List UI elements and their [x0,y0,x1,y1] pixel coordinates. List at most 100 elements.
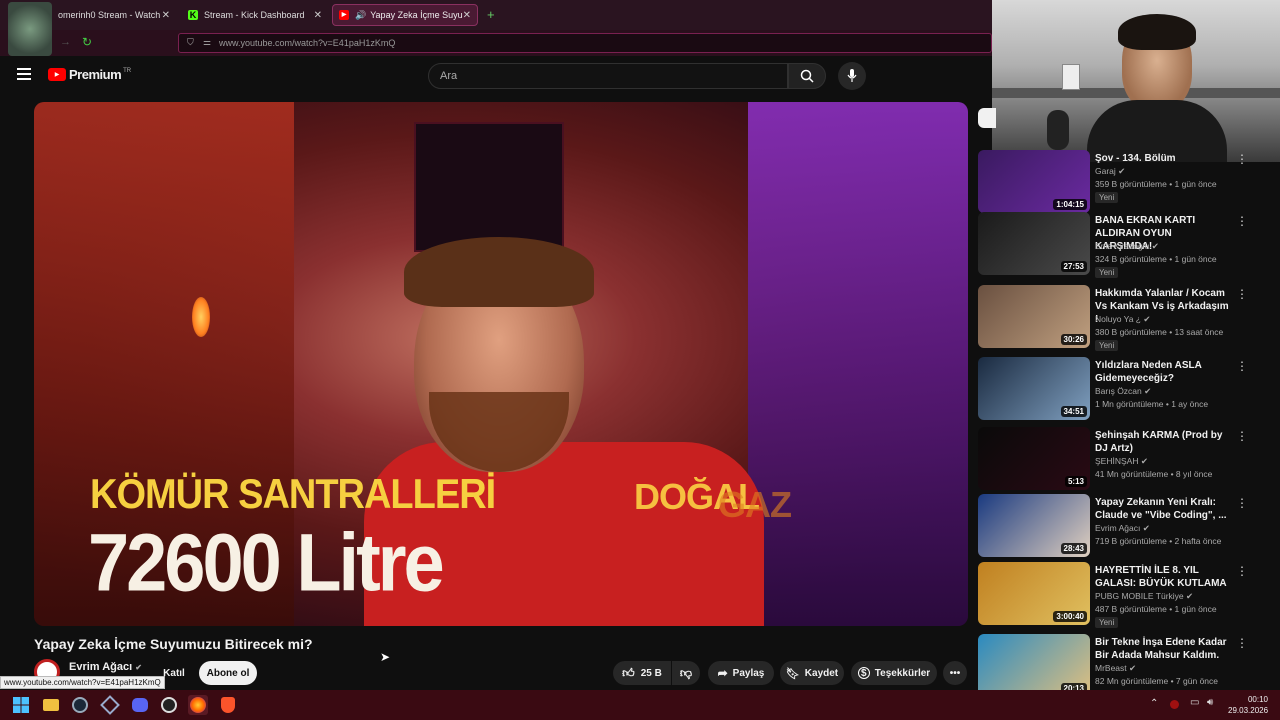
forward-icon[interactable]: → [60,36,71,48]
recommendation-title[interactable]: Yapay Zekanın Yeni Kralı: Claude ve "Vib… [1095,496,1230,522]
new-badge: Yeni [1095,192,1119,203]
dislike-button[interactable]: 👎︎ [672,661,700,685]
tab-kick-stream[interactable]: K omerinh0 Stream - Watch Live o ✕ [36,4,176,26]
video-thumbnail[interactable]: 5:13 [978,427,1090,490]
video-player[interactable]: KÖMÜR SANTRALLERİ 72600 Litre DOĞAL GAZ [34,102,968,626]
brave-icon[interactable] [218,695,238,715]
close-icon[interactable]: ✕ [162,10,170,21]
video-thumbnail[interactable]: 3:00:40 [978,562,1090,625]
recommendation-channel[interactable]: Enis Kirazoglu ✔ [1095,241,1159,252]
settings-sliders-icon[interactable]: ⚌ [203,37,211,48]
browser-tab-bar: K omerinh0 Stream - Watch Live o ✕ K Str… [0,0,992,56]
new-badge: Yeni [1095,340,1119,351]
clock[interactable]: 00:10 29.03.2026 [1228,694,1268,716]
subscribe-button[interactable]: Abone ol [199,661,257,685]
app-network-icon[interactable] [100,695,120,715]
recommendation-item[interactable]: 5:13 Şehinşah KARMA (Prod by DJ Artz) ŞEHİ… [978,427,1278,491]
recommendation-title[interactable]: Yıldızlara Neden ASLA Gidemeyeceğiz? [1095,359,1230,385]
more-vertical-icon[interactable]: ⋮ [1236,152,1248,166]
menu-icon[interactable] [17,68,31,80]
like-button[interactable]: 👍︎ 25 B [613,661,671,685]
tab-label: Yapay Zeka İçme Suyumuzu [370,10,463,20]
tab-kick-dashboard[interactable]: K Stream - Kick Dashboard ✕ [182,4,328,26]
video-thumbnail[interactable]: 1:04:15 [978,150,1090,213]
recommendation-item[interactable]: 3:00:40 HAYRETTİN İLE 8. YIL GALASI: BÜYÜ… [978,562,1278,628]
video-thumbnail[interactable]: 30:26 [978,285,1090,348]
more-vertical-icon[interactable]: ⋮ [1236,214,1248,228]
channel-text: ŞEHİNŞAH [1095,456,1139,466]
new-badge: Yeni [1095,617,1119,628]
tab-youtube[interactable]: ▶ 🔊 Yapay Zeka İçme Suyumuzu ✕ [332,4,478,26]
steam-icon[interactable] [70,695,90,715]
tray-chevron-icon[interactable]: ⌃ [1150,698,1158,709]
bookmark-icon: 🔖︎ [785,667,800,680]
network-icon[interactable]: ▭ [1190,697,1199,708]
more-vertical-icon[interactable]: ⋮ [1236,287,1248,301]
new-tab-icon[interactable]: + [487,7,495,22]
voice-search-button[interactable] [838,62,866,90]
recommendation-channel[interactable]: Barış Özcan ✔ [1095,386,1151,397]
recommendation-meta: 719 B görüntüleme • 2 hafta önce [1095,536,1222,546]
video-title: Yapay Zeka İçme Suyumuzu Bitirecek mi? [34,636,313,652]
microphone-icon [847,69,857,82]
more-vertical-icon[interactable]: ⋮ [1236,564,1248,578]
more-vertical-icon[interactable]: ⋮ [1236,496,1248,510]
channel-text: Noluyo Ya ¿ [1095,314,1141,324]
file-explorer-icon[interactable] [41,695,61,715]
search-button[interactable] [788,63,826,89]
recommendation-item[interactable]: 34:51 Yıldızlara Neden ASLA Gidemeyeceğiz… [978,357,1278,421]
recommendation-channel[interactable]: MrBeast ✔ [1095,663,1136,674]
volume-icon[interactable]: 🔊︎ [1207,697,1213,708]
recommendation-item[interactable]: 28:43 Yapay Zekanın Yeni Kralı: Claude ve… [978,494,1278,558]
verified-icon: ✔ [1129,663,1137,673]
video-duration: 5:13 [1064,476,1087,487]
recommendation-channel[interactable]: PUBG MOBILE Türkiye ✔ [1095,591,1193,602]
overlay-right-b: GAZ [718,484,792,525]
recommendation-item[interactable]: 30:26 Hakkımda Yalanlar / Kocam Vs Kankam… [978,285,1278,351]
windows-start-icon[interactable] [11,695,31,715]
address-bar[interactable]: ⛉ ⚌ www.youtube.com/watch?v=E41paH1zKmQ [178,33,992,53]
share-label: Paylaş [732,667,765,679]
search-input[interactable]: Ara [428,63,788,89]
recommendation-item[interactable]: 1:04:15 Şov - 134. Bölüm Garaj ✔ 359 B görü… [978,150,1278,214]
recommendation-channel[interactable]: Noluyo Ya ¿ ✔ [1095,314,1151,325]
logo-text: Premium [69,67,122,82]
recommendation-title[interactable]: Bir Tekne İnşa Edene Kadar Bir Adada Mah… [1095,636,1230,662]
firefox-icon[interactable] [188,695,208,715]
recommendation-title[interactable]: HAYRETTİN İLE 8. YIL GALASI: BÜYÜK KUTLA… [1095,564,1230,590]
video-thumbnail[interactable]: 27:53 [978,212,1090,275]
tray-record-icon[interactable] [1170,700,1179,709]
more-vertical-icon[interactable]: ⋮ [1236,429,1248,443]
video-thumbnail[interactable]: 20:13 [978,634,1090,697]
video-lamp [192,297,210,337]
verified-icon: ✔ [1140,456,1148,466]
share-button[interactable]: ➦ Paylaş [708,661,774,685]
close-icon[interactable]: ✕ [314,10,322,21]
recommendation-channel[interactable]: Evrim Ağacı ✔ [1095,523,1150,534]
discord-icon[interactable] [130,695,150,715]
url-text: www.youtube.com/watch?v=E41paH1zKmQ [219,38,396,48]
shield-icon: ⛉ [187,37,194,47]
obs-icon[interactable] [159,695,179,715]
status-url-tooltip: www.youtube.com/watch?v=E41paH1zKmQ [0,676,165,689]
channel-name[interactable]: Evrim Ağacı ✔ [69,661,142,673]
reload-icon[interactable]: ↻ [82,35,92,49]
youtube-logo[interactable]: ▶ Premium TR [48,67,131,82]
video-thumbnail[interactable]: 34:51 [978,357,1090,420]
thanks-button[interactable]: $ Teşekkürler [851,661,937,685]
recommendation-channel[interactable]: ŞEHİNŞAH ✔ [1095,456,1148,467]
recommendation-meta: 380 B görüntüleme • 13 saat önce [1095,327,1224,337]
more-actions-button[interactable]: ••• [943,661,967,685]
video-thumbnail[interactable]: 28:43 [978,494,1090,557]
more-vertical-icon[interactable]: ⋮ [1236,636,1248,650]
recommendation-title[interactable]: Şehinşah KARMA (Prod by DJ Artz) [1095,429,1230,455]
recommendation-item[interactable]: 20:13 Bir Tekne İnşa Edene Kadar Bir Adad… [978,634,1278,698]
more-vertical-icon[interactable]: ⋮ [1236,359,1248,373]
recommendation-channel[interactable]: Garaj ✔ [1095,166,1125,177]
recommendation-item[interactable]: 27:53 BANA EKRAN KARTI ALDIRAN OYUN KARŞI… [978,212,1278,278]
recommendation-title[interactable]: Şov - 134. Bölüm [1095,152,1230,165]
speaker-icon[interactable]: 🔊 [355,10,366,21]
close-icon[interactable]: ✕ [463,10,471,21]
save-button[interactable]: 🔖︎ Kaydet [780,661,844,685]
sidebar-chip[interactable] [978,108,996,128]
